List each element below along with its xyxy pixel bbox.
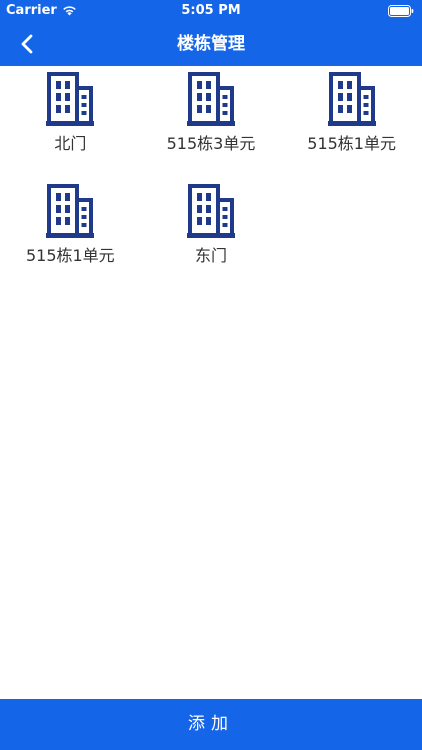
page-title: 楼栋管理	[177, 34, 245, 54]
building-label: 515栋1单元	[25, 246, 115, 265]
header: Carrier 5:05 PM 楼栋管理	[0, 0, 422, 66]
screen: Carrier 5:05 PM 楼栋管理 北门 515栋3单元 515栋1单元 …	[0, 0, 422, 750]
building-item[interactable]: 东门	[141, 178, 282, 290]
building-label: 东门	[194, 246, 227, 265]
building-label: 515栋1单元	[307, 134, 396, 153]
building-label: 北门	[54, 134, 87, 153]
building-item[interactable]: 515栋1单元	[281, 66, 422, 178]
building-item[interactable]: 北门	[0, 66, 141, 178]
back-button[interactable]	[20, 22, 60, 66]
building-icon	[46, 72, 95, 126]
chevron-left-icon	[20, 34, 34, 54]
building-grid: 北门 515栋3单元 515栋1单元 515栋1单元 东门	[0, 66, 422, 290]
building-icon	[186, 184, 235, 238]
building-item[interactable]: 515栋1单元	[0, 178, 141, 290]
building-item[interactable]: 515栋3单元	[141, 66, 282, 178]
building-icon	[327, 72, 376, 126]
status-time: 5:05 PM	[181, 3, 241, 18]
status-bar: Carrier 5:05 PM	[0, 0, 422, 22]
nav-bar: 楼栋管理	[0, 22, 422, 66]
building-icon	[46, 184, 95, 238]
add-button[interactable]: 添加	[0, 699, 422, 750]
battery-icon	[388, 5, 414, 17]
building-label: 515栋3单元	[166, 134, 256, 153]
building-icon	[186, 72, 235, 126]
